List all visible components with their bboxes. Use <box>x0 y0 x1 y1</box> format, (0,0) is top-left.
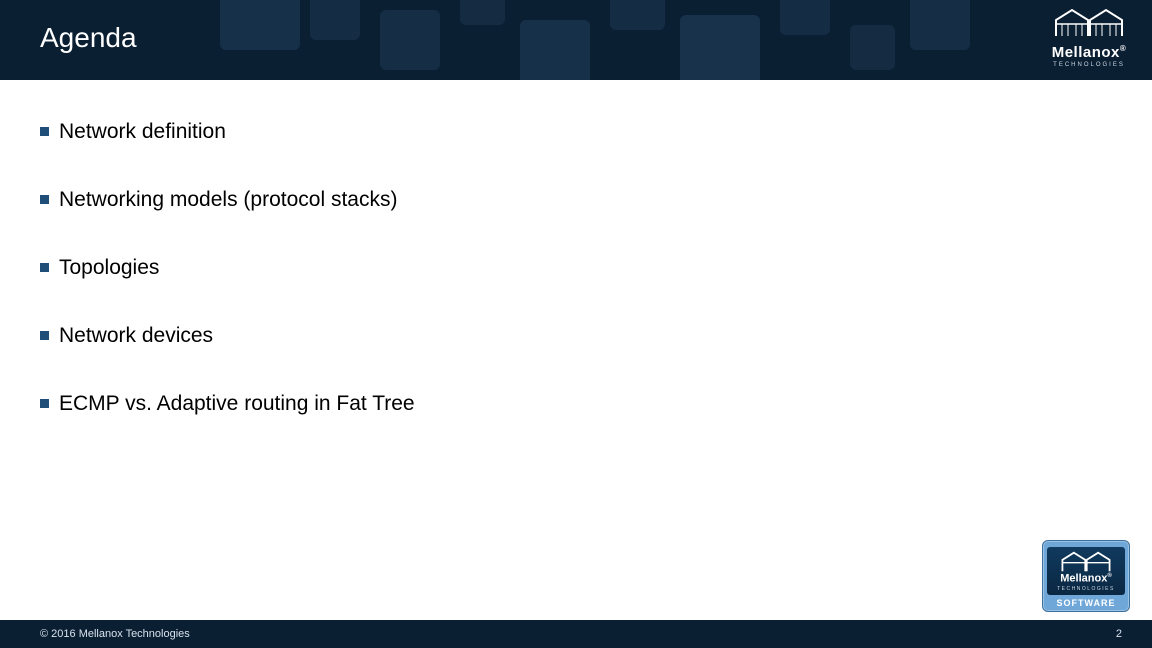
logo-tagline: TECHNOLOGIES <box>1044 62 1134 68</box>
bullet-icon <box>40 399 49 408</box>
bullet-text: Network definition <box>59 120 226 144</box>
decoration-square <box>310 0 360 40</box>
bullet-text: Topologies <box>59 256 159 280</box>
badge-brand-text: Mellanox® <box>1049 573 1123 585</box>
list-item: Network definition <box>40 120 1112 144</box>
mellanox-logo: Mellanox® TECHNOLOGIES <box>1044 8 1134 68</box>
page-number: 2 <box>1116 628 1122 640</box>
list-item: Network devices <box>40 324 1112 348</box>
bullet-icon <box>40 127 49 136</box>
list-item: Topologies <box>40 256 1112 280</box>
badge-software-label: SOFTWARE <box>1047 598 1125 608</box>
slide-content: Network definition Networking models (pr… <box>0 80 1152 416</box>
slide: Agenda Mellanox® TECHNOLOGIES <box>0 0 1152 648</box>
decoration-square <box>520 20 590 80</box>
copyright-text: © 2016 Mellanox Technologies <box>40 628 190 640</box>
decoration-square <box>910 0 970 50</box>
bullet-icon <box>40 195 49 204</box>
decoration-square <box>380 10 440 70</box>
bullet-icon <box>40 331 49 340</box>
bridge-icon <box>1054 8 1124 38</box>
decoration-square <box>680 15 760 80</box>
bridge-icon <box>1061 551 1111 573</box>
decoration-square <box>220 0 300 50</box>
bullet-text: Networking models (protocol stacks) <box>59 188 397 212</box>
badge-tagline: TECHNOLOGIES <box>1049 586 1123 592</box>
list-item: ECMP vs. Adaptive routing in Fat Tree <box>40 392 1112 416</box>
decoration-square <box>850 25 895 70</box>
badge-inner: Mellanox® TECHNOLOGIES <box>1047 547 1125 595</box>
bullet-text: Network devices <box>59 324 213 348</box>
bullet-text: ECMP vs. Adaptive routing in Fat Tree <box>59 392 415 416</box>
list-item: Networking models (protocol stacks) <box>40 188 1112 212</box>
logo-brand-text: Mellanox® <box>1044 45 1134 60</box>
slide-footer: © 2016 Mellanox Technologies 2 <box>0 620 1152 648</box>
bullet-icon <box>40 263 49 272</box>
software-badge: Mellanox® TECHNOLOGIES SOFTWARE <box>1042 540 1130 612</box>
slide-title: Agenda <box>40 22 137 54</box>
slide-header: Agenda Mellanox® TECHNOLOGIES <box>0 0 1152 80</box>
decoration-square <box>610 0 665 30</box>
decoration-square <box>460 0 505 25</box>
decoration-square <box>780 0 830 35</box>
